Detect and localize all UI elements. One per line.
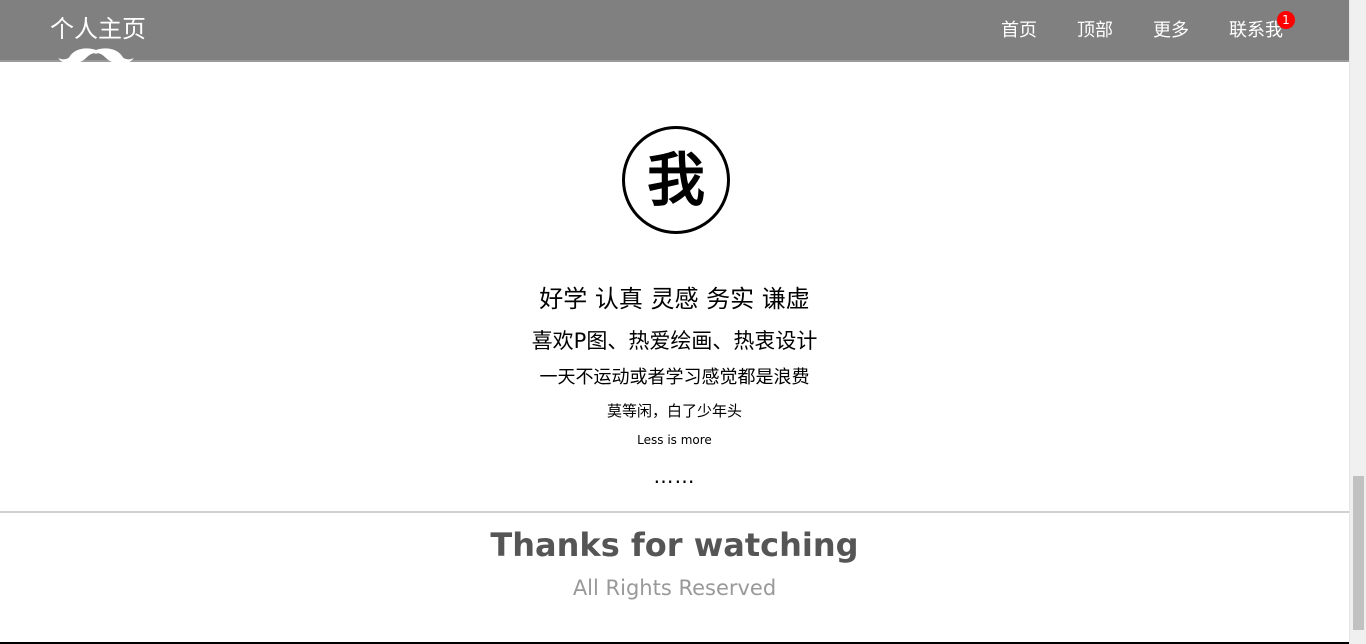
scrollbar-thumb[interactable] (1353, 476, 1364, 630)
nav-top-link[interactable]: 顶部 (1077, 18, 1113, 44)
nav-contact-link[interactable]: 联系我 (1229, 18, 1283, 44)
less-is-more-line: Less is more (637, 433, 712, 447)
footer-divider (0, 511, 1349, 513)
footer-title: Thanks for watching (490, 526, 859, 564)
site-title[interactable]: 个人主页 (50, 12, 146, 46)
nav-home-link[interactable]: 首页 (1001, 18, 1037, 44)
ellipsis-line: …… (653, 464, 696, 488)
footer-rights: All Rights Reserved (572, 576, 777, 600)
avatar-text: 我 (646, 146, 705, 214)
mustache-icon (58, 48, 134, 65)
avatar: 我 (622, 126, 730, 234)
hobbies-line: 喜欢P图、热爱绘画、热衷设计 (531, 329, 818, 353)
motto-line: 一天不运动或者学习感觉都是浪费 (539, 367, 810, 388)
header-bar: 个人主页 首页 顶部 更多 联系我 1 (0, 0, 1349, 65)
nav-more-link[interactable]: 更多 (1153, 18, 1189, 44)
notification-badge: 1 (1277, 11, 1295, 29)
page: 个人主页 首页 顶部 更多 联系我 1 我 好学 认真 灵感 务实 谦虚 喜欢P… (0, 0, 1366, 644)
vertical-scrollbar[interactable] (1349, 0, 1366, 644)
traits-line: 好学 认真 灵感 务实 谦虚 (539, 285, 810, 313)
proverb-line: 莫等闲，白了少年头 (606, 402, 742, 420)
